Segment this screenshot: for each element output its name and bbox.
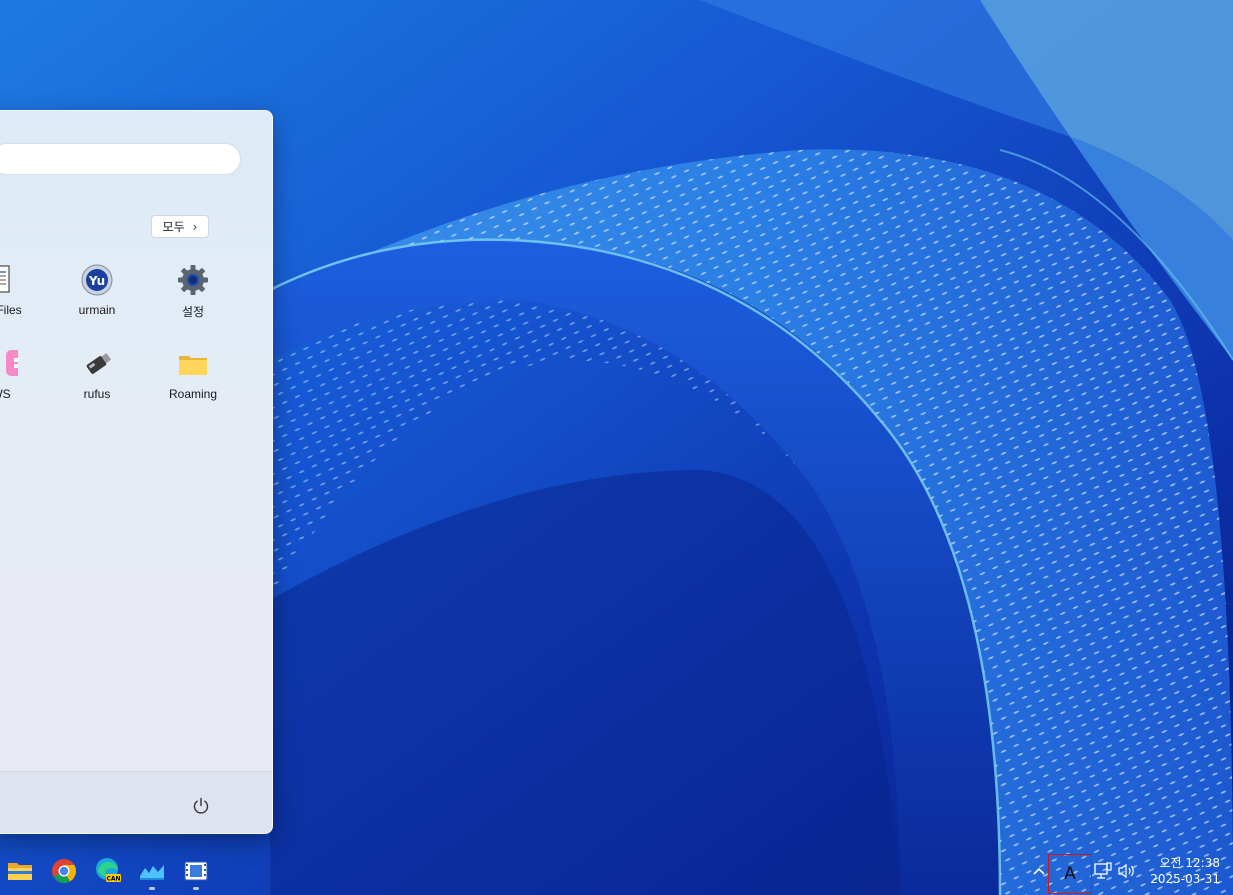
edge-badge: CAN — [106, 876, 120, 883]
power-icon — [193, 797, 209, 814]
pinned-app-settings[interactable]: 설정 — [145, 263, 241, 333]
clock-date: 2025-03-31 — [1150, 872, 1220, 886]
running-indicator — [193, 887, 199, 890]
usb-drive-icon — [80, 347, 114, 381]
all-apps-button[interactable]: 모두 › — [151, 215, 209, 238]
svg-text:Yu: Yu — [88, 274, 105, 288]
film-icon — [184, 861, 208, 881]
chrome-icon — [52, 859, 77, 884]
network-icon — [1094, 862, 1112, 879]
power-button[interactable] — [187, 792, 215, 820]
volume-button[interactable] — [1117, 861, 1137, 881]
start-search-input[interactable] — [0, 143, 241, 175]
all-apps-label: 모두 — [162, 220, 185, 234]
document-icon — [0, 263, 18, 297]
network-status-button[interactable] — [1093, 861, 1113, 881]
app-label: MyFiles — [0, 303, 22, 317]
pinned-app-myfiles[interactable]: MyFiles — [0, 263, 49, 333]
cloud-wave-icon — [140, 865, 164, 880]
taskbar-app-chrome[interactable] — [44, 847, 84, 895]
app-label: 설정 — [181, 305, 205, 319]
system-clock[interactable]: 오전 12:38 2025-03-31 — [1146, 855, 1220, 887]
pinned-app-rufus[interactable]: rufus — [49, 347, 145, 417]
taskbar-app-edge-can[interactable]: CAN — [88, 847, 128, 895]
pinned-app-ws[interactable]: WS — [0, 347, 49, 417]
show-hidden-icons-button[interactable] — [1028, 859, 1050, 883]
app-label: WS — [0, 387, 11, 401]
pinned-app-roaming[interactable]: Roaming — [145, 347, 241, 417]
pinned-app-urmain[interactable]: Yu urmain — [49, 263, 145, 333]
yu-logo-icon: Yu — [80, 263, 114, 297]
chevron-up-icon — [1033, 867, 1045, 875]
clock-time: 오전 12:38 — [1159, 856, 1220, 870]
taskbar-app-cloud[interactable] — [132, 847, 172, 895]
app-label: rufus — [83, 387, 111, 401]
taskbar: CAN A 오전 12:38 2025-03-31 — [0, 847, 1233, 895]
taskbar-app-media[interactable] — [176, 847, 216, 895]
edge-icon: CAN — [96, 858, 121, 883]
running-indicator — [149, 887, 155, 890]
ime-label: A — [1064, 864, 1076, 884]
app-label: urmain — [78, 303, 116, 317]
folder-icon — [8, 863, 32, 880]
taskbar-app-file-explorer[interactable] — [0, 847, 40, 895]
start-menu-footer — [0, 771, 272, 833]
folder-icon — [176, 347, 210, 381]
start-menu: 모두 › MyFiles Yu urmain — [0, 110, 273, 834]
speaker-icon — [1118, 863, 1134, 879]
chevron-right-icon: › — [192, 219, 198, 234]
windows-logo-icon — [0, 347, 18, 381]
gear-icon — [176, 263, 210, 297]
input-method-indicator[interactable]: A — [1048, 854, 1092, 894]
app-label: Roaming — [168, 387, 218, 401]
